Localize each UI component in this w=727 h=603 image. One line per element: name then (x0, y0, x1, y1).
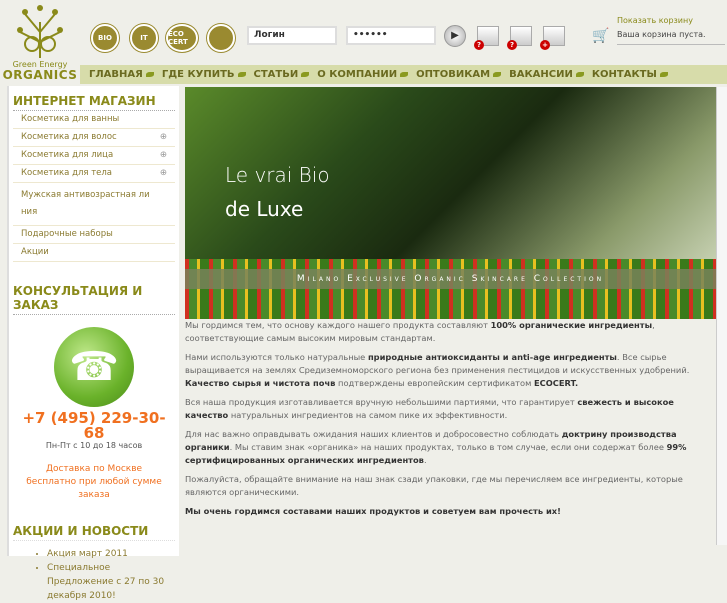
news-heading: АКЦИИ И НОВОСТИ (13, 516, 175, 541)
hero-title-line2: de Luxe (225, 197, 304, 221)
nav-articles[interactable]: СТАТЬИ (254, 69, 310, 80)
main-nav: ГЛАВНАЯ ГДЕ КУПИТЬ СТАТЬИ О КОМПАНИИ ОПТ… (80, 65, 727, 84)
nav-home[interactable]: ГЛАВНАЯ (89, 69, 154, 80)
paragraph: Мы очень гордимся составами наших продук… (185, 506, 561, 516)
hero-banner: Le vrai Bio de Luxe Milano Exclusive Org… (185, 87, 716, 319)
cart-status: Ваша корзина пуста. (617, 30, 725, 45)
leaf-icon (301, 71, 310, 77)
logo-line2: ORGANICS (2, 68, 78, 82)
nav-label: СТАТЬИ (253, 69, 299, 80)
italy-badge-icon: IT (130, 24, 158, 52)
bio-badge-icon: BIO (91, 24, 119, 52)
nav-label: ГДЕ КУПИТЬ (161, 69, 235, 80)
nav-label: ВАКАНСИИ (509, 69, 573, 80)
nav-label: О КОМПАНИИ (317, 69, 398, 80)
register-user-icon[interactable]: + (540, 26, 565, 50)
menu-label: Мужская антивозрастная линия (21, 190, 150, 217)
paragraph: Мы гордимся тем, что основу каждого наше… (185, 320, 655, 343)
nav-where-to-buy[interactable]: ГДЕ КУПИТЬ (162, 69, 246, 80)
paragraph: Нами используются только натуральные при… (185, 352, 690, 388)
nav-label: КОНТАКТЫ (591, 69, 657, 80)
menu-item-face[interactable]: Косметика для лица ⊕ (13, 147, 175, 165)
ecocert-badge-icon: ECO CERT (166, 24, 198, 52)
paragraph: Вся наша продукция изготавливается вручн… (185, 397, 674, 420)
menu-label: Косметика для ванны (21, 114, 120, 124)
menu-label: Косметика для волос (21, 132, 117, 142)
password-input[interactable]: •••••• (346, 26, 436, 45)
paragraph: Пожалуйста, обращайте внимание на наш зн… (185, 474, 683, 497)
phone-icon: ☎ (54, 327, 134, 407)
leaf-icon (575, 71, 584, 77)
hero-title-line1: Le vrai Bio (225, 163, 330, 187)
hero-tagline: Milano Exclusive Organic Skincare Collec… (185, 269, 716, 289)
tree-logo-icon (17, 5, 63, 58)
expand-icon[interactable]: ⊕ (160, 169, 167, 178)
main-content: Мы гордимся тем, что основу каждого наше… (185, 319, 716, 524)
menu-item-body[interactable]: Косметика для тела ⊕ (13, 165, 175, 183)
news-item[interactable]: Специальное Предложение с 27 по 30 декаб… (47, 561, 175, 603)
login-submit-button[interactable]: ▶ (444, 25, 466, 47)
paragraph: Для нас важно оправдывать ожидания наших… (185, 429, 687, 465)
news-item[interactable]: Акция март 2011 (47, 547, 175, 561)
scrollbar[interactable] (716, 87, 727, 545)
menu-item-bath[interactable]: Косметика для ванны (13, 111, 175, 129)
nav-vacancies[interactable]: ВАКАНСИИ (509, 69, 584, 80)
shop-menu: Косметика для ванны Косметика для волос ⊕… (13, 111, 175, 262)
cart-icon[interactable]: 🛒 (592, 28, 609, 44)
menu-item-promo[interactable]: Акции (13, 244, 175, 262)
leaf-icon (493, 71, 502, 77)
delivery-info: Доставка по Москве бесплатно при любой с… (26, 464, 162, 500)
nav-label: ОПТОВИКАМ (416, 69, 491, 80)
flower-field-image (185, 259, 716, 319)
nav-wholesale[interactable]: ОПТОВИКАМ (416, 69, 502, 80)
menu-item-men[interactable]: Мужская антивозрастная линия (13, 183, 175, 226)
consult-heading: КОНСУЛЬТАЦИЯ И ЗАКАЗ (13, 276, 175, 315)
leaf-icon (145, 71, 154, 77)
shop-heading: ИНТЕРНЕТ МАГАЗИН (13, 86, 175, 111)
leaf-icon (237, 71, 246, 77)
news-list: Акция март 2011 Специальное Предложение … (13, 547, 175, 603)
settings-help-icon[interactable]: ? (474, 26, 499, 50)
leaf-icon (400, 71, 409, 77)
nav-label: ГЛАВНАЯ (89, 69, 143, 80)
menu-item-gifts[interactable]: Подарочные наборы (13, 226, 175, 244)
menu-label: Косметика для тела (21, 168, 113, 178)
expand-icon[interactable]: ⊕ (160, 151, 167, 160)
menu-label: Подарочные наборы (21, 229, 113, 239)
menu-item-hair[interactable]: Косметика для волос ⊕ (13, 129, 175, 147)
work-hours: Пн-Пт с 10 до 18 часов (45, 441, 143, 450)
menu-label: Акции (21, 247, 49, 257)
login-input[interactable]: Логин (247, 26, 337, 45)
phone-number: +7 (495) 229-30-68 (22, 409, 166, 442)
menu-label: Косметика для лица (21, 150, 114, 160)
nav-about[interactable]: О КОМПАНИИ (317, 69, 409, 80)
sidebar: ИНТЕРНЕТ МАГАЗИН Косметика для ванны Кос… (7, 86, 179, 601)
user-help-icon[interactable]: ? (507, 26, 532, 50)
leaf-icon (659, 71, 668, 77)
rabbit-badge-icon: rabbit (207, 24, 235, 52)
show-cart-link[interactable]: Показать корзину (617, 16, 693, 25)
logo[interactable]: Green Energy ORGANICS (2, 2, 78, 86)
nav-contacts[interactable]: КОНТАКТЫ (592, 69, 668, 80)
expand-icon[interactable]: ⊕ (160, 133, 167, 142)
